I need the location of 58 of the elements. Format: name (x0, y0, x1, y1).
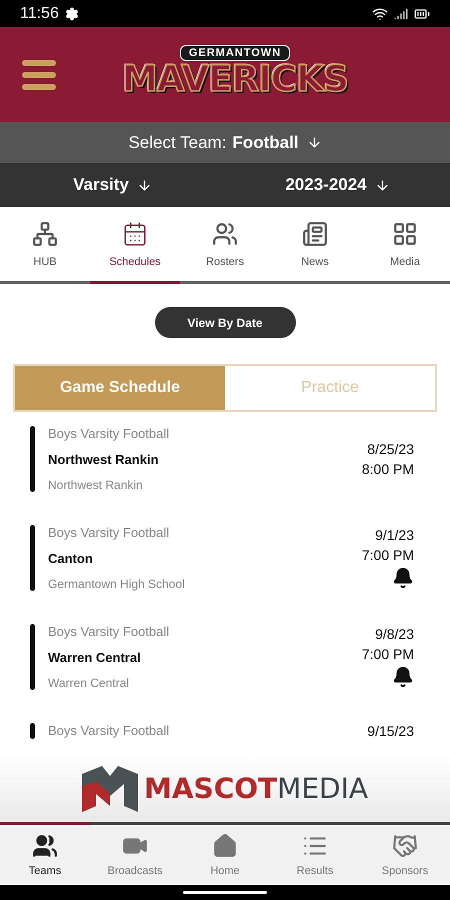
logo-title: MAVERICKS (122, 61, 348, 99)
game-date: 9/1/23 (375, 527, 414, 543)
bottom-nav-tab[interactable]: Home (180, 822, 270, 885)
game-time: 7:00 PM (362, 646, 414, 662)
people-icon (212, 220, 238, 246)
signal-icon (394, 6, 408, 20)
game-date: 9/15/23 (367, 723, 414, 739)
status-time: 11:56 (20, 4, 59, 22)
newspaper-icon (302, 220, 328, 246)
brand-logo-icon (82, 766, 138, 812)
bottom-nav-tab[interactable]: Results (270, 822, 360, 885)
section-tab[interactable]: Rosters (180, 207, 270, 284)
hierarchy-icon (32, 220, 58, 246)
view-by-date-button[interactable]: View By Date (154, 307, 296, 338)
home-icon (212, 833, 238, 859)
settings-icon (64, 6, 79, 20)
game-location: Northwest Rankin (48, 478, 144, 492)
team-select-label: Select Team: (128, 132, 226, 152)
arrow-down-icon (374, 178, 390, 192)
filter-dropdown[interactable]: 2023-2024 (285, 175, 390, 195)
bell-icon[interactable] (392, 567, 414, 589)
section-tab[interactable]: News (270, 207, 360, 284)
game-opponent: Warren Central (48, 650, 142, 665)
row-marker (30, 426, 35, 492)
game-category: Boys Varsity Football (48, 426, 170, 441)
game-category: Boys Varsity Football (48, 525, 170, 540)
bell-icon[interactable] (392, 666, 414, 688)
game-date: 9/8/23 (375, 626, 414, 642)
game-time: 7:00 PM (362, 547, 414, 563)
arrow-down-icon (306, 135, 322, 150)
grid-icon (392, 220, 418, 246)
bottom-nav-tab[interactable]: Broadcasts (90, 822, 180, 885)
logo-subtitle: GERMANTOWN (180, 45, 290, 61)
arrow-down-icon (136, 178, 152, 192)
game-opponent: Northwest Rankin (48, 452, 160, 467)
bottom-nav-tab[interactable]: Sponsors (360, 822, 450, 885)
section-tab[interactable]: Media (360, 207, 450, 284)
people-icon (32, 833, 58, 859)
handshake-icon (392, 833, 418, 859)
section-tab[interactable]: Schedules (90, 207, 180, 284)
wifi-icon (372, 6, 388, 22)
game-time: 8:00 PM (362, 461, 414, 477)
game-category: Boys Varsity Football (48, 624, 170, 639)
brand-name: MEDIA (277, 772, 368, 805)
row-marker (30, 723, 35, 739)
game-opponent: Canton (48, 551, 94, 566)
filter-dropdown[interactable]: Varsity (73, 175, 152, 195)
game-location: Germantown High School (48, 577, 186, 591)
calendar-icon (122, 220, 148, 246)
game-date: 8/25/23 (367, 441, 414, 457)
row-marker (30, 624, 35, 690)
team-dropdown[interactable]: Football (232, 132, 322, 152)
game-category: Boys Varsity Football (48, 723, 170, 738)
brand-name: MASCOT (144, 772, 278, 805)
section-tab[interactable]: HUB (0, 207, 90, 284)
row-marker (30, 525, 35, 591)
menu-button[interactable] (22, 60, 56, 90)
game-location: Warren Central (48, 676, 130, 690)
